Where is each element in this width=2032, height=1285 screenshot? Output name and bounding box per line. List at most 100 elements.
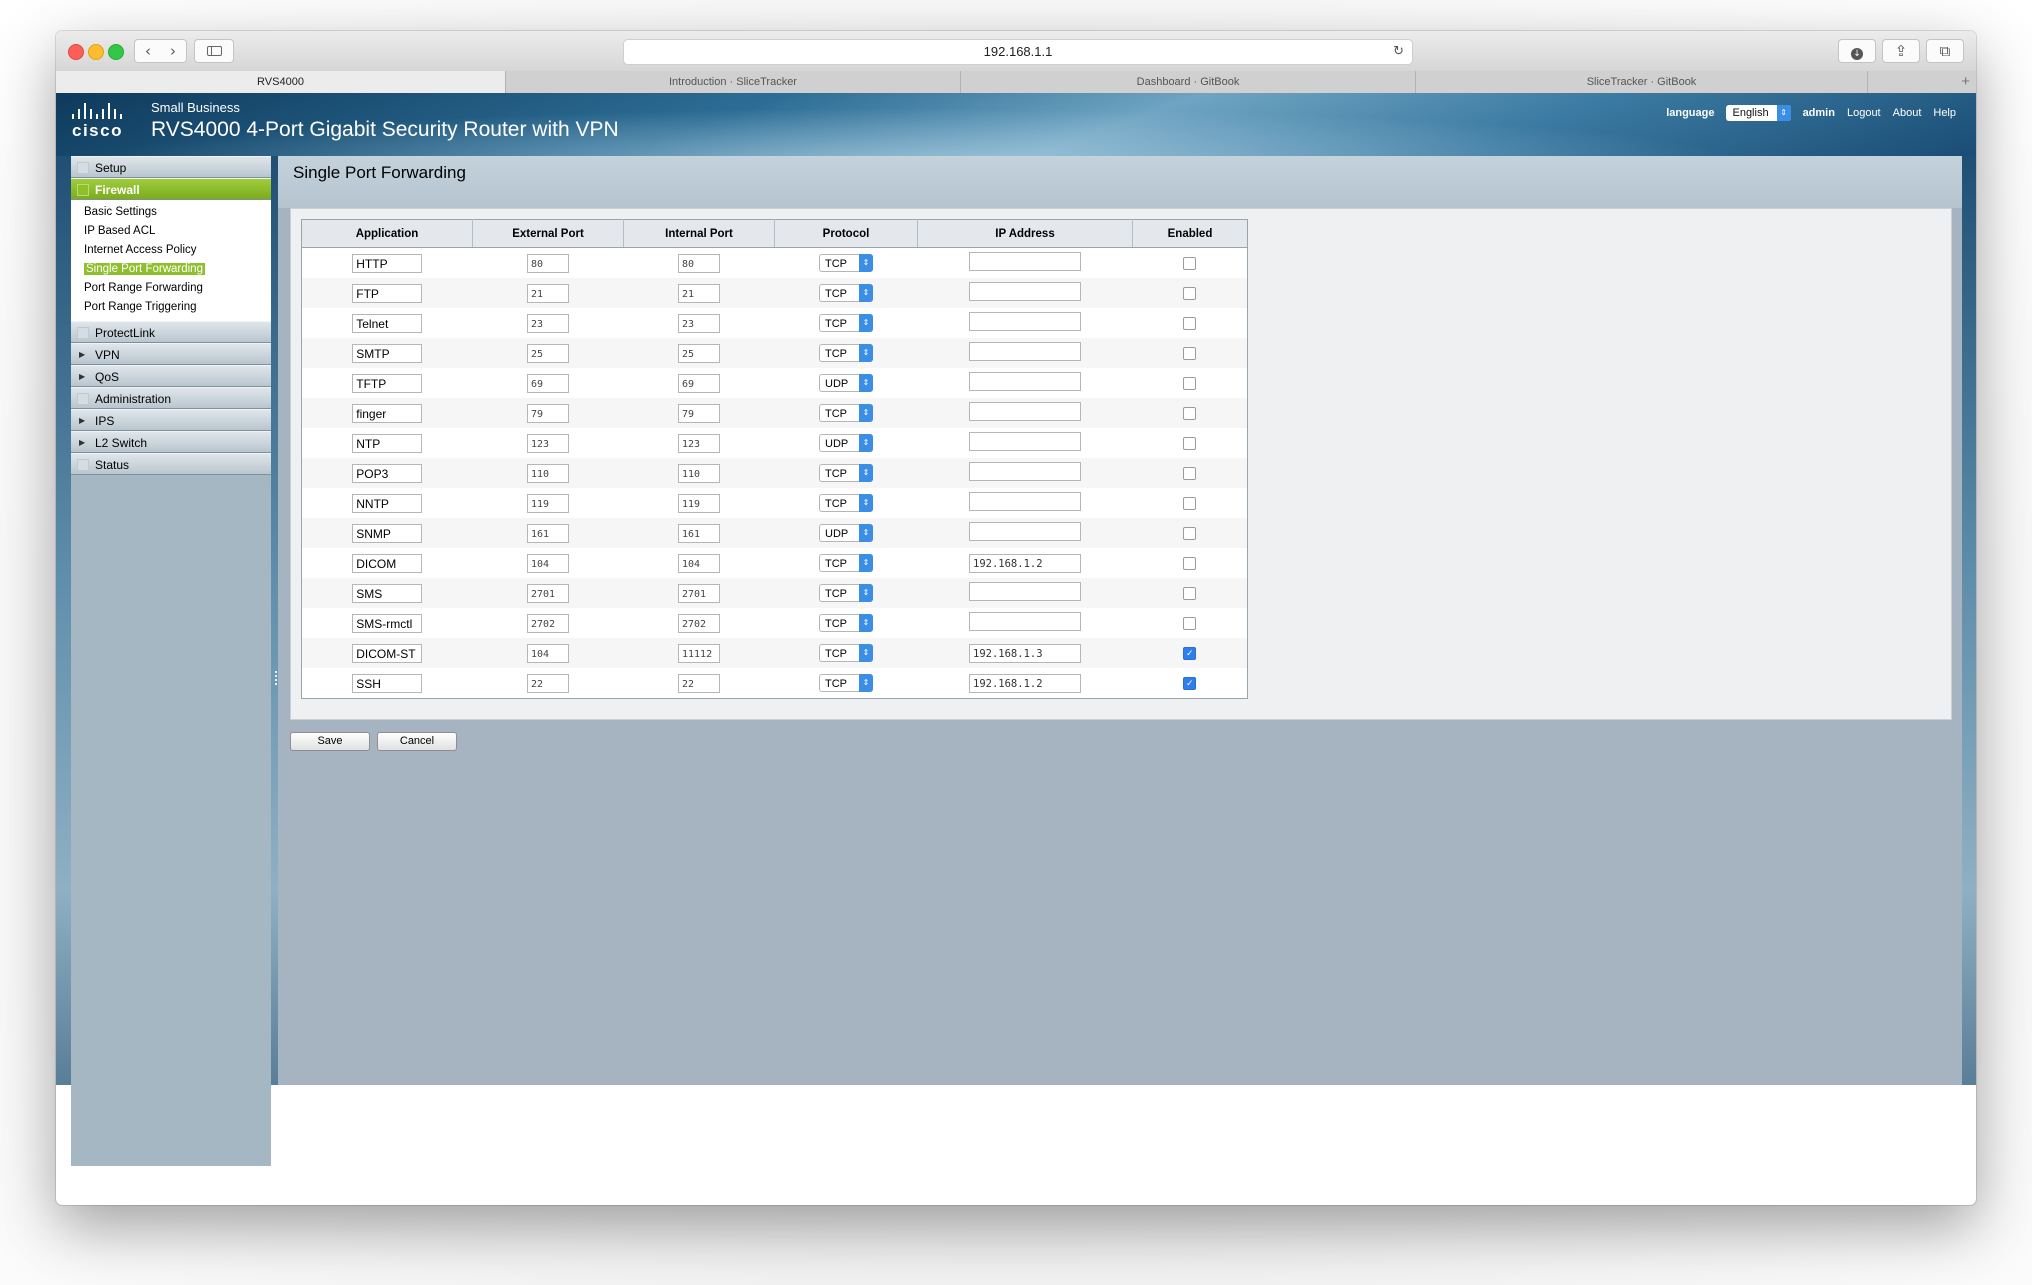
- protocol-select[interactable]: TCP ⇕: [819, 644, 873, 662]
- subnav-internet-access-policy[interactable]: Internet Access Policy: [71, 241, 271, 260]
- nav-ips[interactable]: ▶ IPS: [71, 409, 271, 431]
- protocol-select[interactable]: TCP ⇕: [819, 674, 873, 692]
- external-port-input[interactable]: 79: [527, 403, 569, 423]
- protocol-select[interactable]: TCP ⇕: [819, 464, 873, 482]
- external-port-input[interactable]: 104: [527, 643, 569, 663]
- ip-address-input[interactable]: [969, 612, 1081, 631]
- tab-slicetracker-gitbook[interactable]: SliceTracker · GitBook: [1416, 71, 1868, 93]
- external-port-input[interactable]: 22: [527, 673, 569, 693]
- address-bar[interactable]: 192.168.1.1 ↻: [623, 39, 1413, 65]
- internal-port-input[interactable]: 123: [678, 433, 720, 453]
- external-port-input[interactable]: 123: [527, 433, 569, 453]
- ip-address-input[interactable]: [969, 282, 1081, 301]
- language-select[interactable]: English ⇕: [1726, 105, 1791, 121]
- downloads-button[interactable]: ↓: [1838, 39, 1876, 63]
- internal-port-input[interactable]: 161: [678, 523, 720, 543]
- nav-status[interactable]: Status: [71, 453, 271, 475]
- protocol-select[interactable]: UDP ⇕: [819, 524, 873, 542]
- protocol-select[interactable]: TCP ⇕: [819, 344, 873, 362]
- internal-port-input[interactable]: 23: [678, 313, 720, 333]
- external-port-input[interactable]: 161: [527, 523, 569, 543]
- enabled-checkbox[interactable]: [1183, 466, 1197, 480]
- enabled-checkbox[interactable]: [1183, 376, 1197, 390]
- external-port-input[interactable]: 21: [527, 283, 569, 303]
- internal-port-input[interactable]: 11112: [678, 643, 720, 663]
- ip-address-input[interactable]: [969, 582, 1081, 601]
- logout-link[interactable]: Logout: [1847, 107, 1881, 119]
- resize-grip[interactable]: [275, 671, 277, 685]
- about-link[interactable]: About: [1893, 107, 1922, 119]
- enabled-checkbox[interactable]: [1183, 436, 1197, 450]
- subnav-port-range-triggering[interactable]: Port Range Triggering: [71, 298, 271, 317]
- internal-port-input[interactable]: 22: [678, 673, 720, 693]
- protocol-select[interactable]: UDP ⇕: [819, 374, 873, 392]
- tab-introduction-slicetracker[interactable]: Introduction · SliceTracker: [506, 71, 961, 93]
- application-name-input[interactable]: POP3: [352, 463, 423, 483]
- enabled-checkbox[interactable]: [1183, 496, 1197, 510]
- share-button[interactable]: ⇪: [1882, 39, 1920, 63]
- maximize-window-button[interactable]: [108, 44, 124, 60]
- nav-setup[interactable]: Setup: [71, 156, 271, 178]
- show-tabs-button[interactable]: ⧉: [1926, 39, 1964, 63]
- internal-port-input[interactable]: 104: [678, 553, 720, 573]
- ip-address-input[interactable]: 192.168.1.2: [969, 553, 1081, 573]
- forward-button[interactable]: ›: [160, 39, 187, 63]
- ip-address-input[interactable]: [969, 342, 1081, 361]
- nav-vpn[interactable]: ▶ VPN: [71, 343, 271, 365]
- protocol-select[interactable]: TCP ⇕: [819, 554, 873, 572]
- application-name-input[interactable]: SMS: [352, 583, 423, 603]
- nav-administration[interactable]: Administration: [71, 387, 271, 409]
- enabled-checkbox[interactable]: [1183, 556, 1197, 570]
- application-name-input[interactable]: HTTP: [352, 253, 423, 273]
- protocol-select[interactable]: TCP ⇕: [819, 284, 873, 302]
- ip-address-input[interactable]: [969, 372, 1081, 391]
- new-tab-button[interactable]: +: [1961, 71, 1970, 93]
- internal-port-input[interactable]: 2702: [678, 613, 720, 633]
- internal-port-input[interactable]: 110: [678, 463, 720, 483]
- nav-qos[interactable]: ▶ QoS: [71, 365, 271, 387]
- subnav-basic-settings[interactable]: Basic Settings: [71, 203, 271, 222]
- external-port-input[interactable]: 104: [527, 553, 569, 573]
- enabled-checkbox[interactable]: [1183, 526, 1197, 540]
- external-port-input[interactable]: 80: [527, 253, 569, 273]
- nav-protectlink[interactable]: ProtectLink: [71, 321, 271, 343]
- enabled-checkbox[interactable]: [1183, 286, 1197, 300]
- internal-port-input[interactable]: 21: [678, 283, 720, 303]
- reload-icon[interactable]: ↻: [1393, 40, 1404, 64]
- enabled-checkbox[interactable]: [1183, 316, 1197, 330]
- application-name-input[interactable]: DICOM-ST: [352, 643, 423, 663]
- ip-address-input[interactable]: [969, 312, 1081, 331]
- protocol-select[interactable]: UDP ⇕: [819, 434, 873, 452]
- save-button[interactable]: Save: [290, 732, 370, 751]
- ip-address-input[interactable]: [969, 522, 1081, 541]
- external-port-input[interactable]: 25: [527, 343, 569, 363]
- application-name-input[interactable]: SMS-rmctl: [352, 613, 423, 633]
- enabled-checkbox[interactable]: [1183, 346, 1197, 360]
- enabled-checkbox[interactable]: [1183, 406, 1197, 420]
- application-name-input[interactable]: SMTP: [352, 343, 423, 363]
- external-port-input[interactable]: 119: [527, 493, 569, 513]
- application-name-input[interactable]: FTP: [352, 283, 423, 303]
- tab-rvs4000[interactable]: RVS4000: [56, 71, 506, 93]
- application-name-input[interactable]: Telnet: [352, 313, 423, 333]
- application-name-input[interactable]: NTP: [352, 433, 423, 453]
- nav-l2-switch[interactable]: ▶ L2 Switch: [71, 431, 271, 453]
- ip-address-input[interactable]: [969, 432, 1081, 451]
- internal-port-input[interactable]: 80: [678, 253, 720, 273]
- enabled-checkbox[interactable]: ✓: [1183, 646, 1197, 660]
- protocol-select[interactable]: TCP ⇕: [819, 314, 873, 332]
- application-name-input[interactable]: SSH: [352, 673, 423, 693]
- minimize-window-button[interactable]: [88, 44, 104, 60]
- subnav-port-range-forwarding[interactable]: Port Range Forwarding: [71, 279, 271, 298]
- ip-address-input[interactable]: 192.168.1.2: [969, 673, 1081, 693]
- external-port-input[interactable]: 2701: [527, 583, 569, 603]
- ip-address-input[interactable]: [969, 492, 1081, 511]
- internal-port-input[interactable]: 25: [678, 343, 720, 363]
- back-button[interactable]: ‹: [134, 39, 162, 63]
- internal-port-input[interactable]: 79: [678, 403, 720, 423]
- application-name-input[interactable]: finger: [352, 403, 423, 423]
- enabled-checkbox[interactable]: [1183, 256, 1197, 270]
- ip-address-input[interactable]: 192.168.1.3: [969, 643, 1081, 663]
- help-link[interactable]: Help: [1933, 107, 1956, 119]
- protocol-select[interactable]: TCP ⇕: [819, 614, 873, 632]
